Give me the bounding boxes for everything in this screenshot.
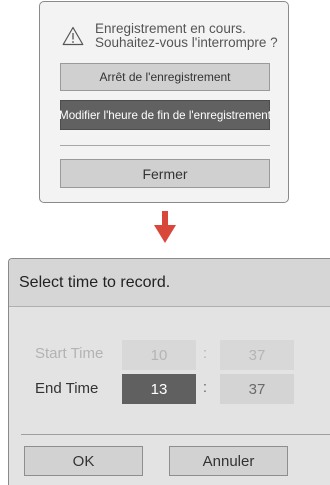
divider <box>21 434 330 435</box>
close-button[interactable]: Fermer <box>60 159 270 188</box>
cancel-button[interactable]: Annuler <box>169 446 288 476</box>
modify-end-time-button[interactable]: Modifier l'heure de fin de l'enregistrem… <box>59 100 271 130</box>
start-time-label: Start Time <box>35 345 104 362</box>
start-hour-field: 10 <box>122 340 196 370</box>
stop-recording-button[interactable]: Arrêt de l'enregistrement <box>60 63 270 91</box>
time-dialog: Select time to record. Start Time 10 : 3… <box>8 258 330 485</box>
message-line-2: Souhaitez-vous l'interrompre ? <box>95 35 278 50</box>
end-time-label: End Time <box>35 380 99 397</box>
warning-icon <box>62 26 84 46</box>
arrow-down-icon <box>154 211 176 243</box>
divider <box>60 145 270 146</box>
end-hour-field[interactable]: 13 <box>122 374 196 404</box>
end-time-separator: : <box>202 379 208 396</box>
message-line-1: Enregistrement en cours. <box>95 21 246 36</box>
time-dialog-title: Select time to record. <box>19 274 171 291</box>
time-dialog-header: Select time to record. <box>9 259 330 307</box>
start-time-separator: : <box>202 345 208 362</box>
start-minute-field: 37 <box>220 340 294 370</box>
ok-button[interactable]: OK <box>24 446 143 476</box>
end-minute-field[interactable]: 37 <box>220 374 294 404</box>
recording-dialog: Enregistrement en cours. Souhaitez-vous … <box>39 1 289 203</box>
recording-message: Enregistrement en cours. Souhaitez-vous … <box>95 22 285 50</box>
